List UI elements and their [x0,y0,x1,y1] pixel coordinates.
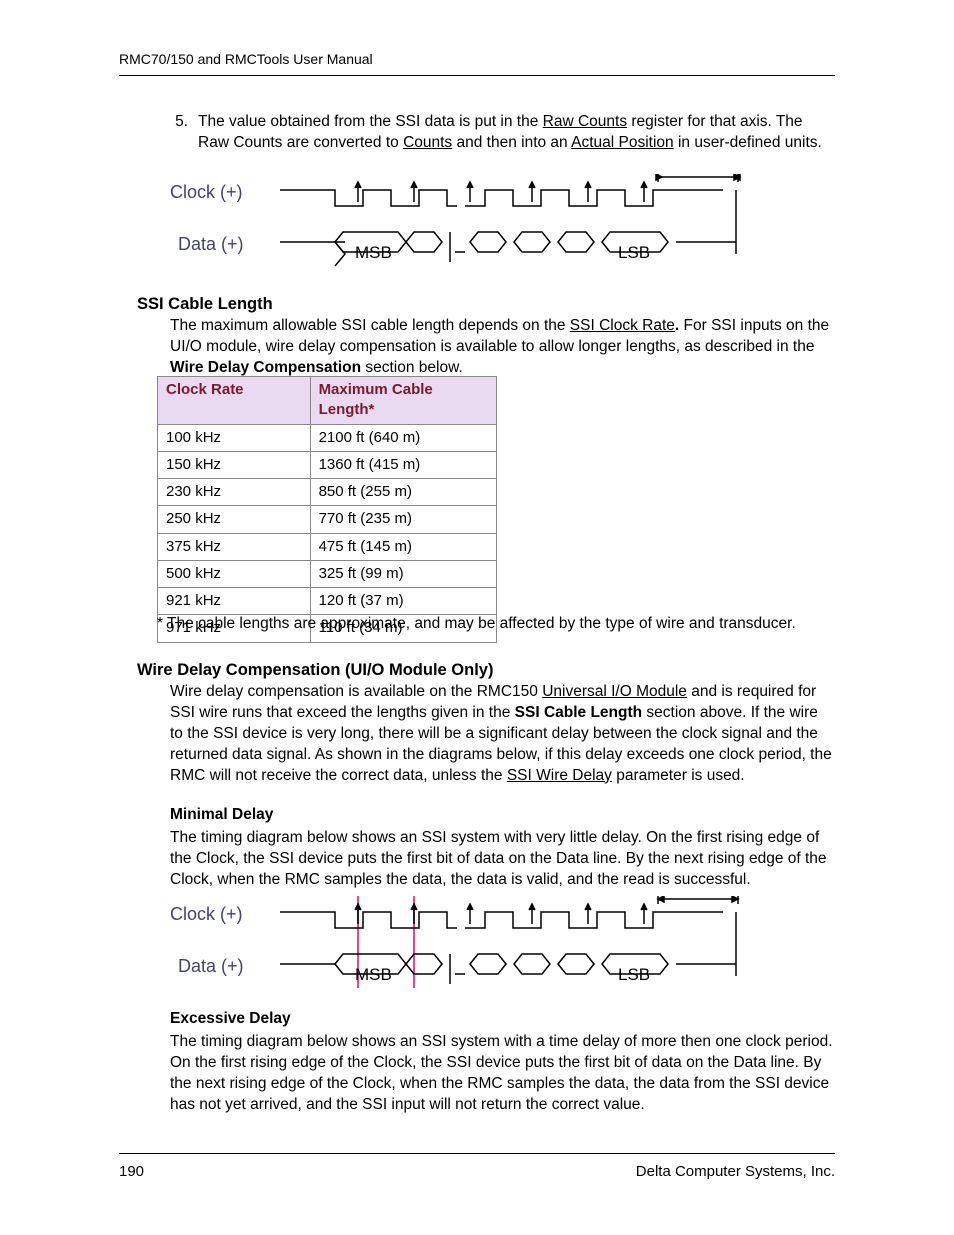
link-counts[interactable]: Counts [403,134,452,151]
footer-rule [119,1153,835,1154]
label-data: Data (+) [178,954,244,978]
label-msb: MSB [355,965,392,984]
cell-max-cable: 120 ft (37 m) [310,588,496,615]
timing-svg: MSB LSB [280,174,750,274]
cell-clock-rate: 375 kHz [158,533,311,560]
cell-max-cable: 770 ft (235 m) [310,506,496,533]
list-text: The value obtained from the SSI data is … [198,112,835,154]
list-item-5: 5. The value obtained from the SSI data … [170,112,835,154]
table-row: 250 kHz770 ft (235 m) [158,506,497,533]
link-actual-position[interactable]: Actual Position [571,134,674,151]
cell-max-cable: 325 ft (99 m) [310,560,496,587]
th-max-cable: Maximum Cable Length* [310,377,496,425]
cell-clock-rate: 500 kHz [158,560,311,587]
table-row: 375 kHz475 ft (145 m) [158,533,497,560]
cell-max-cable: 2100 ft (640 m) [310,424,496,451]
label-lsb: LSB [618,965,650,984]
label-msb: MSB [355,243,392,262]
wire-delay-paragraph: Wire delay compensation is available on … [170,682,835,787]
link-raw-counts[interactable]: Raw Counts [543,113,627,130]
footer-company: Delta Computer Systems, Inc. [636,1162,835,1182]
list-number: 5. [170,112,188,154]
link-ssi-clock-rate[interactable]: SSI Clock Rate [570,317,675,334]
cell-clock-rate: 250 kHz [158,506,311,533]
ssi-cable-paragraph: The maximum allowable SSI cable length d… [170,316,835,379]
cable-length-table: Clock Rate Maximum Cable Length* 100 kHz… [157,376,497,643]
table-row: 230 kHz850 ft (255 m) [158,479,497,506]
timing-diagram-basic: Clock (+) Data (+) [170,174,750,274]
cell-clock-rate: 150 kHz [158,451,311,478]
table-row: 500 kHz325 ft (99 m) [158,560,497,587]
link-uio-module[interactable]: Universal I/O Module [542,683,687,700]
cell-max-cable: 475 ft (145 m) [310,533,496,560]
label-clock: Clock (+) [170,180,243,204]
cell-clock-rate: 100 kHz [158,424,311,451]
th-clock-rate: Clock Rate [158,377,311,425]
cable-footnote: * The cable lengths are approximate, and… [157,614,835,635]
heading-wire-delay: Wire Delay Compensation (UI/O Module Onl… [137,659,835,681]
table-row: 100 kHz2100 ft (640 m) [158,424,497,451]
cell-max-cable: 1360 ft (415 m) [310,451,496,478]
header-rule [119,75,835,76]
label-lsb: LSB [618,243,650,262]
timing-svg: MSB LSB [280,896,750,996]
label-data: Data (+) [178,232,244,256]
heading-excessive-delay: Excessive Delay [170,1009,835,1030]
timing-diagram-minimal-delay: Clock (+) Data (+) [170,896,750,996]
running-header: RMC70/150 and RMCTools User Manual [119,50,373,69]
heading-minimal-delay: Minimal Delay [170,805,835,826]
table-row: 150 kHz1360 ft (415 m) [158,451,497,478]
page-number: 190 [119,1162,144,1182]
heading-ssi-cable-length: SSI Cable Length [137,293,835,315]
cell-clock-rate: 230 kHz [158,479,311,506]
link-ssi-wire-delay[interactable]: SSI Wire Delay [507,767,612,784]
cell-clock-rate: 921 kHz [158,588,311,615]
label-clock: Clock (+) [170,902,243,926]
excessive-delay-paragraph: The timing diagram below shows an SSI sy… [170,1032,835,1116]
minimal-delay-paragraph: The timing diagram below shows an SSI sy… [170,828,835,891]
table-row: 921 kHz120 ft (37 m) [158,588,497,615]
cell-max-cable: 850 ft (255 m) [310,479,496,506]
